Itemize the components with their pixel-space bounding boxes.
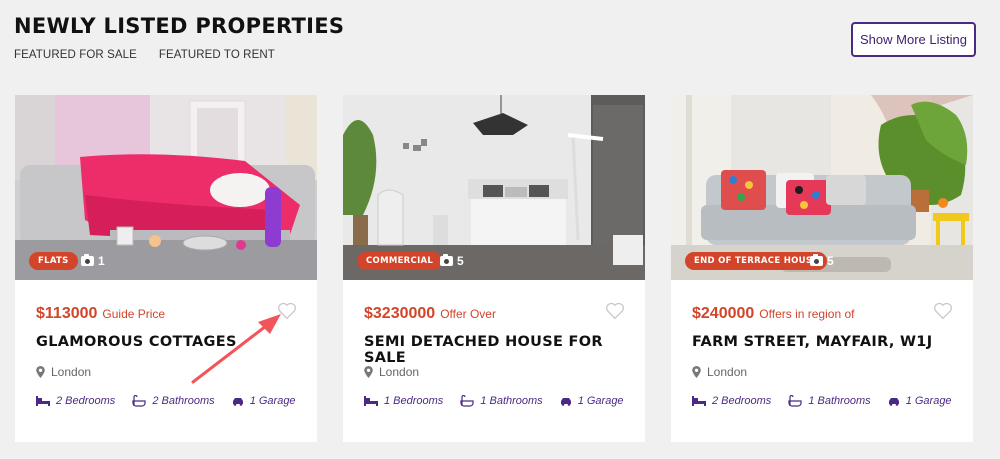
price: $3230000 xyxy=(364,305,436,322)
property-card[interactable]: COMMERCIAL 5 $3230000 Offer Over SEMI DE… xyxy=(343,95,645,442)
garage: 1 Garage xyxy=(232,395,296,407)
bedrooms: 2 Bedrooms xyxy=(692,395,771,407)
bed-icon xyxy=(36,396,50,406)
heart-icon[interactable] xyxy=(605,302,625,320)
bed-icon xyxy=(692,396,706,406)
bedrooms: 2 Bedrooms xyxy=(36,395,115,407)
property-features: 2 Bedrooms 1 Bathrooms 1 Garage xyxy=(692,395,952,407)
page-title: NEWLY LISTED PROPERTIES xyxy=(14,14,345,38)
map-pin-icon xyxy=(36,366,45,378)
camera-icon xyxy=(440,254,453,266)
show-more-listing-button[interactable]: Show More Listing xyxy=(851,22,976,57)
price: $240000 xyxy=(692,305,755,322)
property-features: 2 Bedrooms 2 Bathrooms 1 Garage xyxy=(36,395,296,407)
location: London xyxy=(36,365,91,379)
price-row: $240000 Offers in region of xyxy=(692,305,854,323)
bathrooms-text: 2 Bathrooms xyxy=(152,395,215,407)
photo-count[interactable]: 1 xyxy=(81,252,105,270)
car-icon xyxy=(888,397,899,406)
tab-featured-to-rent[interactable]: FEATURED TO RENT xyxy=(159,49,275,61)
car-icon xyxy=(560,397,571,406)
location-text: London xyxy=(707,365,748,379)
bed-icon xyxy=(364,396,378,406)
map-pin-icon xyxy=(692,366,701,378)
price-row: $113000 Guide Price xyxy=(36,305,165,323)
property-title[interactable]: FARM STREET, MAYFAIR, W1J xyxy=(692,334,932,350)
garage: 1 Garage xyxy=(888,395,952,407)
heart-icon[interactable] xyxy=(933,302,953,320)
listing-tabs: FEATURED FOR SALE FEATURED TO RENT xyxy=(14,49,275,61)
heart-icon[interactable] xyxy=(277,302,297,320)
garage: 1 Garage xyxy=(560,395,624,407)
property-type-badge: COMMERCIAL xyxy=(357,252,443,270)
bath-icon xyxy=(788,395,802,407)
bathrooms: 1 Bathrooms xyxy=(788,395,871,407)
bath-icon xyxy=(460,395,474,407)
garage-text: 1 Garage xyxy=(249,395,296,407)
bathrooms: 2 Bathrooms xyxy=(132,395,215,407)
price-note: Offers in region of xyxy=(759,307,855,321)
photo-count-value: 1 xyxy=(98,254,105,268)
bedrooms-text: 2 Bedrooms xyxy=(712,395,772,407)
price-row: $3230000 Offer Over xyxy=(364,305,496,323)
garage-text: 1 Garage xyxy=(905,395,952,407)
property-photo[interactable]: COMMERCIAL 5 xyxy=(343,95,645,280)
bedrooms-text: 2 Bedrooms xyxy=(56,395,116,407)
property-title[interactable]: SEMI DETACHED HOUSE FOR SALE xyxy=(364,334,645,366)
bathrooms: 1 Bathrooms xyxy=(460,395,543,407)
location: London xyxy=(364,365,419,379)
bedrooms-text: 1 Bedrooms xyxy=(384,395,444,407)
bath-icon xyxy=(132,395,146,407)
bedrooms: 1 Bedrooms xyxy=(364,395,443,407)
price-note: Offer Over xyxy=(440,307,496,321)
photo-count-value: 5 xyxy=(827,254,834,268)
bathrooms-text: 1 Bathrooms xyxy=(808,395,871,407)
car-icon xyxy=(232,397,243,406)
property-title[interactable]: GLAMOROUS COTTAGES xyxy=(36,334,237,350)
location-text: London xyxy=(51,365,92,379)
camera-icon xyxy=(810,254,823,266)
property-features: 1 Bedrooms 1 Bathrooms 1 Garage xyxy=(364,395,624,407)
photo-count-value: 5 xyxy=(457,254,464,268)
property-type-badge: END OF TERRACE HOUSE xyxy=(685,252,828,270)
camera-icon xyxy=(81,254,94,266)
location-text: London xyxy=(379,365,420,379)
garage-text: 1 Garage xyxy=(577,395,624,407)
bathrooms-text: 1 Bathrooms xyxy=(480,395,543,407)
property-photo[interactable]: END OF TERRACE HOUSE 5 xyxy=(671,95,973,280)
photo-count[interactable]: 5 xyxy=(810,252,834,270)
price: $113000 xyxy=(36,305,98,322)
photo-count[interactable]: 5 xyxy=(440,252,464,270)
property-card[interactable]: FLATS 1 $113000 Guide Price GLAMOROUS CO… xyxy=(15,95,317,442)
map-pin-icon xyxy=(364,366,373,378)
tab-featured-for-sale[interactable]: FEATURED FOR SALE xyxy=(14,49,137,61)
property-card[interactable]: END OF TERRACE HOUSE 5 $240000 Offers in… xyxy=(671,95,973,442)
property-type-badge: FLATS xyxy=(29,252,78,270)
price-note: Guide Price xyxy=(102,307,166,321)
property-photo[interactable]: FLATS 1 xyxy=(15,95,317,280)
location: London xyxy=(692,365,747,379)
